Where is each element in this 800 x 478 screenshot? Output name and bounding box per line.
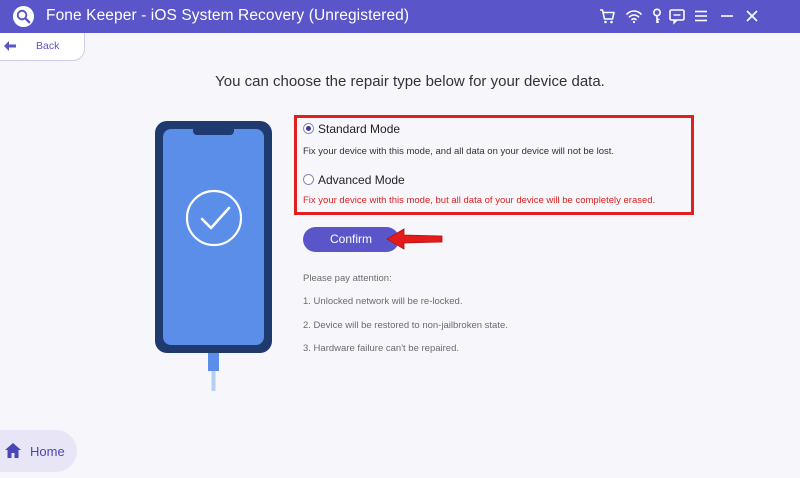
advanced-mode-label[interactable]: Advanced Mode <box>318 173 405 187</box>
annotation-arrow-icon <box>386 228 443 250</box>
advanced-mode-radio[interactable] <box>303 174 314 185</box>
close-icon[interactable] <box>743 7 761 25</box>
chat-icon[interactable] <box>668 7 686 25</box>
back-label: Back <box>36 40 60 52</box>
minimize-icon[interactable] <box>718 7 736 25</box>
app-title: Fone Keeper - iOS System Recovery (Unreg… <box>46 7 410 24</box>
note-item: 2. Device will be restored to non-jailbr… <box>303 320 508 331</box>
back-button[interactable]: Back <box>0 33 85 61</box>
phone-illustration <box>155 121 272 391</box>
title-bar: Fone Keeper - iOS System Recovery (Unreg… <box>0 0 800 33</box>
app-logo-icon <box>12 5 35 28</box>
menu-icon[interactable] <box>692 7 710 25</box>
wifi-icon[interactable] <box>625 7 643 25</box>
standard-mode-description: Fix your device with this mode, and all … <box>303 146 615 157</box>
home-icon <box>5 443 21 458</box>
standard-mode-radio[interactable] <box>303 123 314 134</box>
standard-mode-label[interactable]: Standard Mode <box>318 122 400 136</box>
back-arrow-icon <box>4 41 16 51</box>
notes-title: Please pay attention: <box>303 273 392 284</box>
note-item: 3. Hardware failure can't be repaired. <box>303 343 460 354</box>
note-item: 1. Unlocked network will be re-locked. <box>303 296 463 307</box>
cart-icon[interactable] <box>598 7 616 25</box>
key-icon[interactable] <box>648 7 666 25</box>
advanced-mode-description: Fix your device with this mode, but all … <box>303 195 656 206</box>
home-button[interactable]: Home <box>0 430 77 472</box>
page-headline: You can choose the repair type below for… <box>215 73 605 90</box>
home-label: Home <box>30 444 65 459</box>
